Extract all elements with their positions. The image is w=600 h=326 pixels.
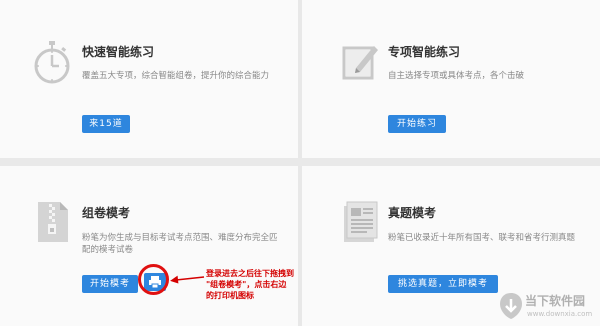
stopwatch-icon [34,41,70,84]
real-exam-button[interactable]: 挑选真题，立即模考 [388,275,498,293]
download-logo-icon [500,293,522,319]
quick-practice-button[interactable]: 来15道 [82,115,130,133]
annotation-line: 登录进去之后往下拖拽到 [206,269,294,278]
real-exam-title: 真题模考 [388,206,437,220]
zip-archive-icon [38,202,68,242]
mock-exam-button[interactable]: 开始模考 [82,275,138,293]
arrow-icon [170,275,205,284]
document-icon [344,201,378,242]
mock-exam-desc-line1: 粉笔为你生成与目标考试考点范围、难度分布完全匹 [82,233,278,243]
real-exam-desc: 粉笔已收录近十年所有国考、联考和省考行测真题 [388,233,576,243]
special-practice-title: 专项智能练习 [388,45,461,59]
special-practice-button[interactable]: 开始练习 [388,115,446,133]
watermark-url: www.downxia.com [527,310,593,318]
edit-note-icon [342,46,378,80]
mock-exam-title: 组卷模考 [82,206,131,220]
quick-practice-title: 快速智能练习 [82,45,155,59]
quick-practice-desc: 覆盖五大专项，综合智能组卷，提升你的综合能力 [82,71,270,81]
annotation-note: 登录进去之后往下拖拽到 "组卷模考"，点击右边 的打印机图标 [206,268,316,301]
mock-exam-card [0,166,298,326]
special-practice-desc: 自主选择专项或具体考点，各个击破 [388,71,525,81]
mock-exam-desc-line2: 配的模考试卷 [82,245,134,255]
watermark-name: 当下软件园 [525,294,586,308]
horizontal-divider [0,158,600,166]
annotation-line: "组卷模考"，点击右边 [206,280,287,289]
page: 快速智能练习 覆盖五大专项，综合智能组卷，提升你的综合能力 来15道 专项智能练… [0,0,600,326]
highlight-circle [138,264,169,295]
annotation-line: 的打印机图标 [206,291,254,300]
